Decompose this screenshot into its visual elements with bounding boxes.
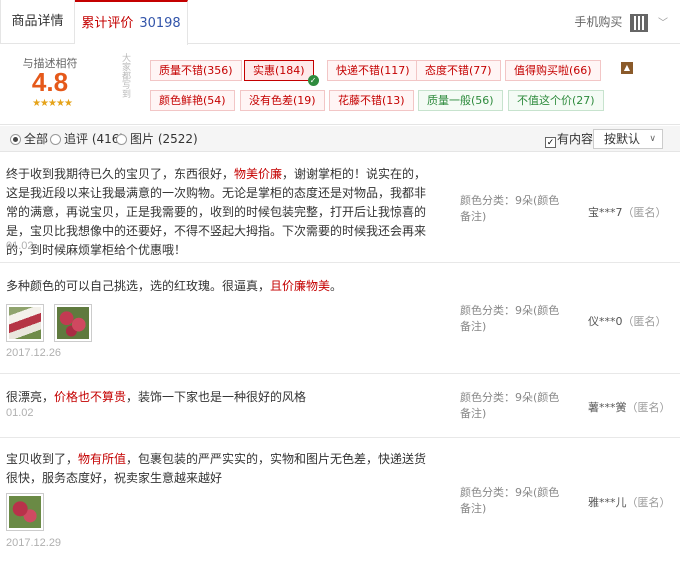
reviewer-name: 仪***0 [588, 315, 623, 328]
filter-pictures-radio[interactable]: 图片 (2522) [116, 132, 198, 146]
tab-product-detail[interactable]: 商品详情 [0, 0, 75, 44]
review-text: 终于收到我期待已久的宝贝了，东西很好，物美价廉，谢谢掌柜的！说实在的，这是我近段… [6, 165, 436, 260]
review-text: 多种颜色的可以自己挑选，选的红玫瑰。很逼真，且价廉物美。 [6, 277, 436, 296]
review-text-part: 很漂亮， [6, 390, 55, 404]
impression-label: 大家都写到 [120, 53, 130, 98]
reviewer-name: 宝***7 [588, 206, 623, 219]
reviewer: 仪***0（匿名） [588, 313, 667, 329]
review-text-part: 宝贝收到了， [6, 452, 79, 466]
color-spec: 颜色分类：9朵(颜色备注) [460, 304, 560, 333]
mobile-buy-label: 手机购买 [574, 15, 623, 29]
review-date: 2017.12.29 [6, 537, 62, 549]
tag-delivery-good[interactable]: 快递不错(117) [327, 60, 419, 81]
tab-reviews[interactable]: 累计评价 30198 [75, 0, 188, 45]
tag-bright-color[interactable]: 颜色鲜艳(54) [150, 90, 235, 111]
review-text: 很漂亮，价格也不算贵，装饰一下家也是一种很好的风格 [6, 388, 436, 407]
sort-select[interactable]: 按默认 ∨ [593, 129, 663, 149]
tag-attitude-good[interactable]: 态度不错(77) [416, 60, 501, 81]
rating-panel: 与描述相符 4.8 ★★★★★ 大家都写到 质量不错(356) 实惠(184) … [0, 45, 680, 125]
reviewer: 薯***黉（匿名） [588, 399, 671, 415]
review-photo[interactable] [54, 304, 92, 342]
tag-affordable[interactable]: 实惠(184) ✓ [244, 60, 319, 86]
checkbox-checked-icon: ✓ [545, 137, 556, 148]
chevron-down-icon: ﹀ [658, 18, 668, 29]
tab-reviews-label: 累计评价 [81, 16, 134, 31]
review-item: 很漂亮，价格也不算贵，装饰一下家也是一种很好的风格 01.02 颜色分类：9朵(… [0, 375, 680, 438]
tag-vine-good[interactable]: 花藤不错(13) [329, 90, 414, 111]
review-text: 宝贝收到了，物有所值，包裹包装的严严实实的，实物和图片无色差，快递送货很快，服务… [6, 450, 436, 488]
reviewer: 宝***7（匿名） [588, 204, 667, 220]
filter-append-radio[interactable]: 追评 (416) [50, 132, 124, 146]
review-highlight: 物美价廉 [234, 167, 283, 181]
color-spec: 颜色分类：9朵(颜色备注) [460, 391, 560, 420]
radio-selected-icon [10, 134, 21, 145]
star-rating: ★★★★★ [32, 98, 73, 109]
review-text-part: 。 [330, 279, 343, 293]
review-highlight: 物有所值 [78, 452, 127, 466]
filter-all-label: 全部 [24, 132, 49, 146]
tag-worth-buying[interactable]: 值得购买啦(66) [505, 60, 601, 81]
review-text-part: ，装饰一下家也是一种很好的风格 [126, 390, 307, 404]
review-count: 30198 [139, 16, 181, 31]
tag-quality-good[interactable]: 质量不错(356) [150, 60, 242, 81]
sort-label: 按默认 [604, 132, 641, 146]
review-photo-image [57, 307, 89, 339]
review-item: 终于收到我期待已久的宝贝了，东西很好，物美价廉，谢谢掌柜的！说实在的，这是我近段… [0, 153, 680, 263]
score-value: 4.8 [31, 67, 69, 97]
review-highlight: 价格也不算贵 [54, 390, 127, 404]
color-spec: 颜色分类：9朵(颜色备注) [460, 486, 560, 515]
filter-bar: 全部 追评 (416) 图片 (2522) ✓ 有内容 按默认 ∨ [0, 126, 680, 152]
review-photo[interactable] [6, 304, 44, 342]
filter-all-radio[interactable]: 全部 [10, 132, 48, 146]
review-item: 多种颜色的可以自己挑选，选的红玫瑰。很逼真，且价廉物美。 2017.12.26 … [0, 264, 680, 374]
check-icon: ✓ [307, 75, 319, 86]
tab-bar: 商品详情 累计评价 30198 手机购买 ﹀ [0, 0, 680, 45]
review-date: 01.02 [6, 407, 34, 419]
filter-pictures-label: 图片 (2522) [130, 132, 198, 146]
reviewer-name: 雅***儿 [588, 496, 627, 509]
reviewer-name: 薯***黉 [588, 401, 627, 414]
review-highlight: 且价廉物美 [270, 279, 331, 293]
score-box: 与描述相符 4.8 ★★★★★ [0, 45, 105, 125]
review-photo-image [9, 496, 41, 528]
qr-code-icon [630, 13, 649, 32]
anonymous-label: （匿名） [622, 206, 667, 219]
tag-no-color-diff[interactable]: 没有色差(19) [240, 90, 325, 111]
chevron-down-icon: ∨ [649, 134, 656, 144]
collapse-icon[interactable]: ▲ [621, 62, 633, 74]
tag-affordable-label: 实惠(184) [253, 64, 305, 77]
mobile-buy-button[interactable]: 手机购买 ﹀ [574, 10, 668, 34]
review-date: 01.02 [6, 240, 34, 252]
tag-quality-average[interactable]: 质量一般(56) [418, 90, 503, 111]
has-content-checkbox[interactable]: ✓ 有内容 [545, 132, 594, 148]
radio-icon [116, 134, 127, 145]
color-spec: 颜色分类：9朵(颜色备注) [460, 194, 560, 223]
radio-icon [50, 134, 61, 145]
review-date: 2017.12.26 [6, 347, 62, 359]
anonymous-label: （匿名） [626, 401, 671, 414]
has-content-label: 有内容 [557, 132, 594, 146]
review-photo[interactable] [6, 493, 44, 531]
review-photo-image [9, 307, 41, 339]
review-text-part: 多种颜色的可以自己挑选，选的红玫瑰。很逼真， [6, 279, 271, 293]
review-text-part: 终于收到我期待已久的宝贝了，东西很好， [6, 167, 235, 181]
tag-not-worth-price[interactable]: 不值这个价(27) [508, 90, 604, 111]
reviewer: 雅***儿（匿名） [588, 494, 671, 510]
review-item: 宝贝收到了，物有所值，包裹包装的严严实实的，实物和图片无色差，快递送货很快，服务… [0, 439, 680, 561]
anonymous-label: （匿名） [626, 496, 671, 509]
anonymous-label: （匿名） [622, 315, 667, 328]
